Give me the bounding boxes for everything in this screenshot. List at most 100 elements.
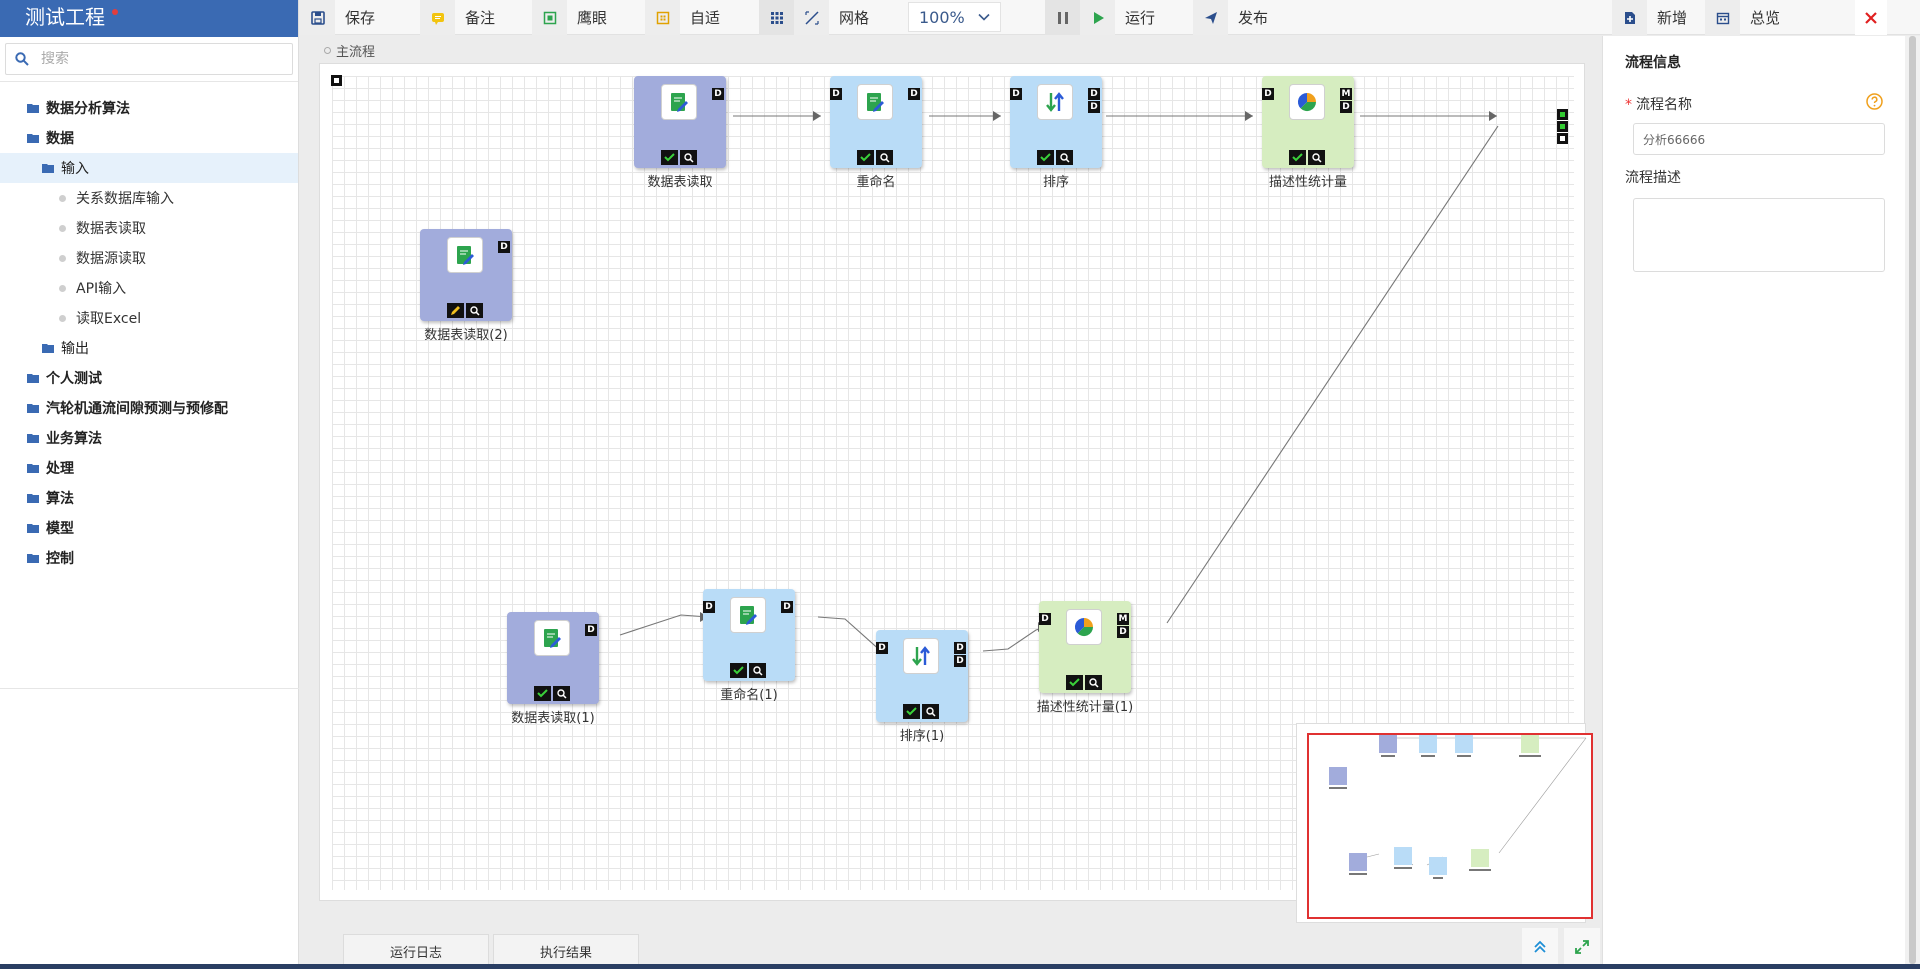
save-button[interactable]: 保存 bbox=[300, 0, 375, 35]
collapse-up-button[interactable] bbox=[1522, 928, 1558, 966]
magnify-icon[interactable] bbox=[876, 150, 893, 165]
input-port[interactable]: D bbox=[830, 88, 842, 100]
close-icon bbox=[1865, 11, 1877, 24]
publish-button[interactable]: 发布 bbox=[1193, 0, 1268, 35]
folder-open-icon bbox=[42, 164, 54, 173]
note-button[interactable]: 备注 bbox=[420, 0, 495, 35]
tree-item-model[interactable]: 模型 bbox=[0, 513, 298, 543]
add-button[interactable]: 新增 bbox=[1612, 0, 1687, 35]
fit-button[interactable]: 自适 bbox=[645, 0, 720, 35]
check-icon bbox=[903, 704, 920, 719]
node-sort[interactable]: D D D bbox=[1010, 76, 1102, 168]
input-port[interactable]: D bbox=[1262, 88, 1274, 100]
input-port[interactable]: D bbox=[703, 601, 715, 613]
model-output-port[interactable]: M bbox=[1117, 613, 1129, 625]
leaf-dot-icon bbox=[59, 254, 66, 262]
magnify-icon[interactable] bbox=[466, 303, 483, 318]
magnify-icon[interactable] bbox=[680, 150, 697, 165]
node-table-read[interactable]: D bbox=[634, 76, 726, 168]
output-port[interactable]: D bbox=[954, 655, 966, 667]
double-chevron-up-icon bbox=[1534, 940, 1546, 953]
flow-canvas[interactable]: D 数据表读取 D D 重命名 D D D 排序 D M D 描述性统计量 D … bbox=[319, 63, 1593, 923]
search-box[interactable] bbox=[5, 43, 293, 75]
scrollbar-thumb[interactable] bbox=[1909, 36, 1916, 964]
node-label: 数据表读取(1) bbox=[511, 711, 595, 726]
overview-button[interactable]: 总览 bbox=[1705, 0, 1780, 35]
node-label: 排序 bbox=[1042, 175, 1069, 190]
edit-doc-icon bbox=[857, 84, 893, 120]
tree-item-data[interactable]: 数据 bbox=[0, 123, 298, 153]
tree-item-input[interactable]: 输入 bbox=[0, 153, 298, 183]
magnify-icon[interactable] bbox=[922, 704, 939, 719]
close-button[interactable] bbox=[1855, 0, 1887, 35]
magnify-icon[interactable] bbox=[1056, 150, 1073, 165]
flow-end-port[interactable] bbox=[1557, 121, 1568, 132]
output-port[interactable]: D bbox=[498, 241, 510, 253]
bottom-tab-bar: 运行日志 执行结果 bbox=[300, 928, 1602, 969]
tree-item-table-read[interactable]: 数据表读取 bbox=[0, 213, 298, 243]
pause-button[interactable] bbox=[1045, 0, 1080, 35]
page-scrollbar[interactable] bbox=[1905, 36, 1920, 964]
tree-item-source-read[interactable]: 数据源读取 bbox=[0, 243, 298, 273]
output-port[interactable]: D bbox=[1088, 88, 1100, 100]
tab-exec-result[interactable]: 执行结果 bbox=[493, 934, 639, 968]
node-rename[interactable]: D D bbox=[830, 76, 922, 168]
tree-item-output[interactable]: 输出 bbox=[0, 333, 298, 363]
flow-start-marker[interactable] bbox=[331, 75, 342, 86]
tree-item-algorithm[interactable]: 算法 bbox=[0, 483, 298, 513]
panel-title: 流程信息 bbox=[1625, 55, 1681, 71]
output-port[interactable]: D bbox=[712, 88, 724, 100]
leaf-dot-icon bbox=[59, 314, 66, 322]
output-port[interactable]: D bbox=[1117, 626, 1129, 638]
run-button[interactable]: 运行 bbox=[1080, 0, 1155, 35]
tree-item-business[interactable]: 业务算法 bbox=[0, 423, 298, 453]
output-port[interactable]: D bbox=[908, 88, 920, 100]
edit-doc-icon bbox=[534, 620, 570, 656]
tab-run-log[interactable]: 运行日志 bbox=[343, 934, 489, 968]
tree-item-turbine[interactable]: 汽轮机通流间隙预测与预修配 bbox=[0, 393, 298, 423]
magnify-icon[interactable] bbox=[1085, 675, 1102, 690]
node-descriptive-stats-1[interactable]: D M D bbox=[1039, 601, 1131, 693]
expand-button[interactable] bbox=[1564, 928, 1600, 966]
output-port[interactable]: D bbox=[1088, 101, 1100, 113]
input-port[interactable]: D bbox=[876, 642, 888, 654]
folder-icon bbox=[42, 344, 54, 353]
add-file-icon bbox=[1612, 0, 1647, 35]
pie-chart-icon bbox=[1289, 84, 1325, 120]
magnify-icon[interactable] bbox=[1308, 150, 1325, 165]
magnify-icon[interactable] bbox=[553, 686, 570, 701]
output-port[interactable]: D bbox=[1340, 101, 1352, 113]
tree-item-read-excel[interactable]: 读取Excel bbox=[0, 303, 298, 333]
tree-item-api-input[interactable]: API输入 bbox=[0, 273, 298, 303]
input-port[interactable]: D bbox=[1039, 613, 1051, 625]
flow-desc-textarea[interactable] bbox=[1633, 198, 1885, 272]
node-descriptive-stats[interactable]: D M D bbox=[1262, 76, 1354, 168]
search-input[interactable] bbox=[41, 51, 271, 67]
help-icon[interactable] bbox=[1866, 93, 1883, 110]
flow-end-port[interactable] bbox=[1557, 133, 1568, 144]
node-sort-1[interactable]: D D D bbox=[876, 630, 968, 722]
node-status bbox=[534, 686, 572, 701]
tree-item-process[interactable]: 处理 bbox=[0, 453, 298, 483]
save-label: 保存 bbox=[345, 9, 376, 27]
tree-item-personal-test[interactable]: 个人测试 bbox=[0, 363, 298, 393]
tree-item-db-input[interactable]: 关系数据库输入 bbox=[0, 183, 298, 213]
breadcrumb-label[interactable]: 主流程 bbox=[336, 41, 375, 60]
node-table-read-2[interactable]: D bbox=[420, 229, 512, 321]
output-port[interactable]: D bbox=[781, 601, 793, 613]
flow-end-port[interactable] bbox=[1557, 109, 1568, 120]
output-port[interactable]: D bbox=[954, 642, 966, 654]
minimap-viewport[interactable] bbox=[1307, 733, 1593, 919]
model-output-port[interactable]: M bbox=[1340, 88, 1352, 100]
magnify-icon[interactable] bbox=[749, 663, 766, 678]
node-rename-1[interactable]: D D bbox=[703, 589, 795, 681]
tree-item-control[interactable]: 控制 bbox=[0, 543, 298, 573]
eagle-eye-button[interactable]: 鹰眼 bbox=[532, 0, 607, 35]
flow-name-input[interactable] bbox=[1633, 123, 1885, 155]
output-port[interactable]: D bbox=[585, 624, 597, 636]
tree-item-data-analysis[interactable]: 数据分析算法 bbox=[0, 93, 298, 123]
node-table-read-1[interactable]: D bbox=[507, 612, 599, 704]
grid-toggle-button[interactable]: 网格 bbox=[759, 0, 869, 35]
input-port[interactable]: D bbox=[1010, 88, 1022, 100]
zoom-select[interactable]: 100% bbox=[908, 2, 1001, 32]
